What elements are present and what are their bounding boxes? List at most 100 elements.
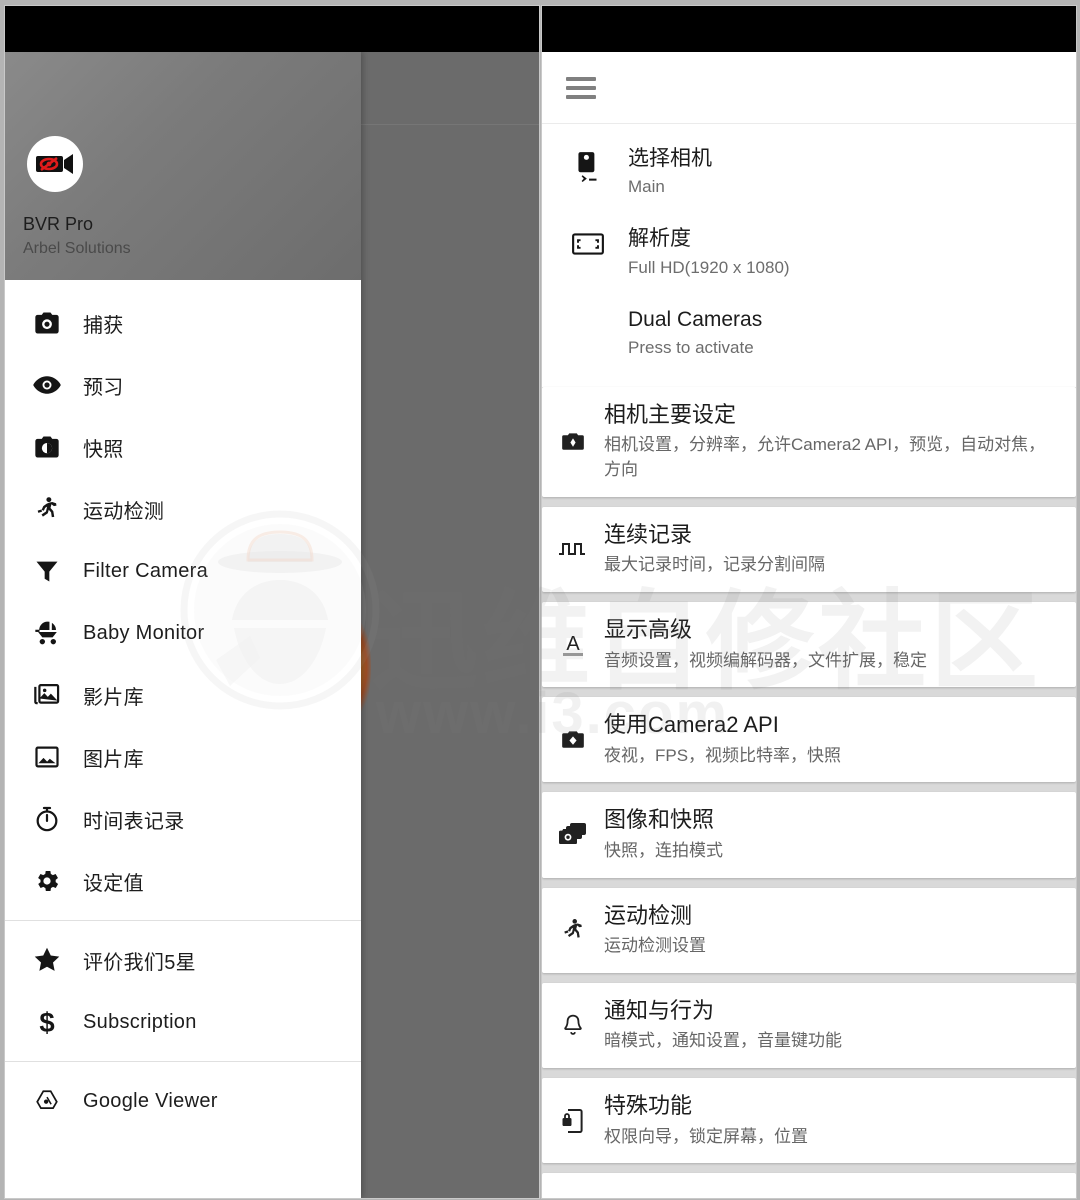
phone-lock-icon [548, 1107, 598, 1135]
setting-subtitle: Press to activate [628, 337, 754, 357]
running-person-icon [548, 916, 598, 944]
card-subtitle: 运动检测设置 [604, 936, 706, 956]
settings-card-camera-main[interactable]: 相机主要设定 相机设置，分辨率，允许Camera2 API，预览，自动对焦，方向 [542, 386, 1076, 497]
svg-text:$: $ [39, 1007, 54, 1037]
setting-row-select-camera[interactable]: 选择相机 Main [542, 132, 1076, 212]
sidebar-item-settings[interactable]: 设定值 [5, 850, 361, 912]
card-subtitle: 相机设置，分辨率，允许Camera2 API，预览，自动对焦，方向 [604, 435, 1046, 480]
bell-icon [548, 1013, 598, 1039]
navigation-drawer: BVR Pro Arbel Solutions 捕获 预习 快照 运动检测 Fi… [5, 52, 361, 1198]
video-library-icon [27, 681, 67, 709]
setting-row-dual-cameras[interactable]: Dual Cameras Press to activate [542, 293, 1076, 373]
svg-text:A: A [566, 633, 580, 655]
camera-quick-settings-block: 选择相机 Main 解析度 Full HD(1920 x 1080) Dual … [542, 124, 1076, 387]
drawer-app-vendor: Arbel Solutions [23, 240, 131, 257]
sidebar-item-snapshot[interactable]: 快照 [5, 416, 361, 478]
settings-card-motion-detection[interactable]: 运动检测 运动检测设置 [542, 887, 1076, 973]
sidebar-item-video-library[interactable]: 影片库 [5, 664, 361, 726]
sidebar-item-label: 时间表记录 [83, 810, 185, 833]
sidebar-item-filter-camera[interactable]: Filter Camera [5, 540, 361, 602]
sidebar-item-photo-library[interactable]: 图片库 [5, 726, 361, 788]
settings-card-notifications[interactable]: 通知与行为 暗模式，通知设置，音量键功能 [542, 982, 1076, 1069]
drawer-group-secondary: 评价我们5星 $ Subscription [5, 920, 361, 1061]
drawer-app-name: BVR Pro [23, 214, 94, 234]
sidebar-item-baby-monitor[interactable]: Baby Monitor [5, 602, 361, 664]
burst-photo-icon [548, 822, 598, 848]
card-subtitle: 快照，连拍模式 [604, 841, 723, 861]
sidebar-item-label: Filter Camera [83, 559, 209, 582]
setting-subtitle: Full HD(1920 x 1080) [628, 257, 790, 277]
settings-card-special-features[interactable]: 特殊功能 权限向导，锁定屏幕，位置 [542, 1078, 1076, 1164]
sidebar-item-subscription[interactable]: $ Subscription [5, 991, 361, 1053]
setting-subtitle: Main [628, 177, 665, 197]
eye-icon [27, 370, 67, 400]
sidebar-item-label: 影片库 [83, 686, 144, 709]
left-screenshot-panel: BVR Pro Arbel Solutions 捕获 预习 快照 运动检测 Fi… [4, 5, 540, 1199]
card-title: 通知与行为 [604, 997, 715, 1023]
card-title: 运动检测 [604, 902, 693, 928]
filter-icon [27, 557, 67, 585]
sidebar-item-label: 评价我们5星 [83, 951, 196, 974]
settings-card-partial-next[interactable] [542, 1173, 1076, 1198]
drawer-menu-list: 捕获 预习 快照 运动检测 Filter Camera Baby Monitor… [5, 280, 361, 1198]
camera-switch-icon [564, 145, 612, 185]
running-person-icon [27, 495, 67, 523]
settings-scroll-area[interactable]: 选择相机 Main 解析度 Full HD(1920 x 1080) Dual … [542, 124, 1076, 1198]
sidebar-item-motion-detection[interactable]: 运动检测 [5, 478, 361, 540]
hamburger-menu-icon[interactable] [566, 72, 596, 104]
card-title: 相机主要设定 [604, 401, 737, 427]
camera2-api-icon [548, 727, 598, 753]
stopwatch-icon [27, 805, 67, 833]
card-title: 特殊功能 [604, 1093, 693, 1119]
status-bar [542, 6, 1076, 52]
drawer-header: BVR Pro Arbel Solutions [5, 52, 361, 280]
video-camera-eye-off-icon [27, 136, 83, 192]
screenshot-root: BVR Pro Arbel Solutions 捕获 预习 快照 运动检测 Fi… [0, 0, 1080, 1200]
sidebar-item-google-viewer[interactable]: Google Viewer [5, 1070, 361, 1132]
sidebar-item-label: 设定值 [83, 872, 144, 895]
sidebar-item-label: 图片库 [83, 748, 144, 771]
setting-title: 选择相机 [628, 147, 712, 170]
card-subtitle: 权限向导，锁定屏幕，位置 [604, 1126, 808, 1146]
camera-icon [27, 309, 67, 337]
drawer-group-tertiary: Google Viewer [5, 1061, 361, 1140]
pulse-wave-icon [548, 538, 598, 560]
sidebar-item-preview[interactable]: 预习 [5, 354, 361, 416]
card-subtitle: 暗模式，通知设置，音量键功能 [604, 1031, 842, 1051]
card-title: 显示高级 [604, 616, 693, 642]
sidebar-item-capture[interactable]: 捕获 [5, 292, 361, 354]
google-drive-icon [27, 1088, 67, 1114]
snapshot-icon [27, 433, 67, 461]
gear-icon [27, 867, 67, 895]
right-screenshot-panel: 选择相机 Main 解析度 Full HD(1920 x 1080) Dual … [541, 5, 1077, 1199]
drawer-group-primary: 捕获 预习 快照 运动检测 Filter Camera Baby Monitor… [5, 284, 361, 920]
card-subtitle: 夜视，FPS，视频比特率，快照 [604, 745, 842, 765]
status-bar [5, 6, 539, 52]
stroller-icon [27, 619, 67, 647]
card-subtitle: 最大记录时间，记录分割间隔 [604, 555, 825, 575]
card-subtitle: 音频设置，视频编解码器，文件扩展，稳定 [604, 650, 927, 670]
resolution-icon [564, 225, 612, 257]
dual-cameras-icon-placeholder [564, 306, 612, 312]
star-icon [27, 945, 67, 975]
photo-library-icon [27, 743, 67, 771]
app-bar [542, 52, 1076, 124]
settings-card-images-snapshots[interactable]: 图像和快照 快照，连拍模式 [542, 792, 1076, 878]
sidebar-item-label: Subscription [83, 1010, 197, 1033]
sidebar-item-label: 快照 [83, 438, 124, 461]
camera-settings-icon [548, 429, 598, 455]
sidebar-item-label: 捕获 [83, 314, 124, 337]
setting-title: 解析度 [628, 227, 691, 251]
sidebar-item-rate-us[interactable]: 评价我们5星 [5, 929, 361, 991]
sidebar-item-schedule-record[interactable]: 时间表记录 [5, 788, 361, 850]
setting-row-resolution[interactable]: 解析度 Full HD(1920 x 1080) [542, 212, 1076, 292]
dollar-icon: $ [27, 1007, 67, 1037]
setting-title: Dual Cameras [628, 307, 763, 331]
card-title: 使用Camera2 API [604, 712, 779, 738]
sidebar-item-label: 预习 [83, 376, 124, 399]
settings-card-show-advanced[interactable]: A 显示高级 音频设置，视频编解码器，文件扩展，稳定 [542, 601, 1076, 688]
card-title: 连续记录 [604, 521, 693, 547]
sidebar-item-label: 运动检测 [83, 500, 165, 523]
settings-card-continuous-recording[interactable]: 连续记录 最大记录时间，记录分割间隔 [542, 506, 1076, 592]
settings-card-camera2-api[interactable]: 使用Camera2 API 夜视，FPS，视频比特率，快照 [542, 697, 1076, 783]
